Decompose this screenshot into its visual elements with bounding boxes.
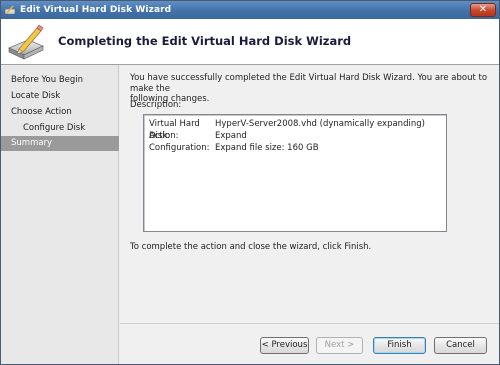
wizard-footer: < Previous Next > Finish Cancel: [120, 323, 499, 364]
wizard-window: Edit Virtual Hard Disk Wizard ✕ Completi…: [0, 0, 500, 365]
title-bar[interactable]: Edit Virtual Hard Disk Wizard ✕: [1, 1, 499, 19]
wizard-app-icon: [4, 4, 16, 16]
wizard-header: Completing the Edit Virtual Hard Disk Wi…: [1, 19, 499, 65]
wizard-steps-nav: Before You Begin Locate Disk Choose Acti…: [1, 65, 119, 364]
nav-item-locate-disk[interactable]: Locate Disk: [1, 89, 119, 104]
description-textbox[interactable]: Virtual Hard Disk: HyperV-Server2008.vhd…: [143, 114, 447, 232]
cancel-button[interactable]: Cancel: [434, 337, 487, 354]
intro-text: You have successfully completed the Edit…: [130, 73, 490, 105]
description-value: Expand: [215, 131, 247, 141]
description-row-action: Action: Expand: [149, 130, 247, 142]
window-title: Edit Virtual Hard Disk Wizard: [20, 5, 172, 15]
description-value: HyperV-Server2008.vhd (dynamically expan…: [215, 119, 425, 129]
description-key: Action:: [149, 131, 179, 141]
description-row-virtual-hard-disk: Virtual Hard Disk: HyperV-Server2008.vhd…: [149, 118, 425, 141]
next-button[interactable]: Next >: [316, 337, 363, 354]
description-row-configuration: Configuration: Expand file size: 160 GB: [149, 142, 319, 154]
nav-item-before-you-begin[interactable]: Before You Begin: [1, 73, 119, 88]
finish-button[interactable]: Finish: [373, 337, 426, 354]
page-title: Completing the Edit Virtual Hard Disk Wi…: [58, 34, 352, 48]
nav-item-configure-disk[interactable]: Configure Disk: [1, 121, 119, 136]
description-key: Configuration:: [149, 143, 210, 153]
intro-line-1: You have successfully completed the Edit…: [130, 73, 488, 94]
summary-content: You have successfully completed the Edit…: [120, 65, 499, 323]
close-button[interactable]: ✕: [470, 3, 496, 17]
previous-button[interactable]: < Previous: [260, 337, 309, 354]
disk-pencil-icon: [8, 24, 44, 60]
nav-item-summary[interactable]: Summary: [1, 136, 119, 151]
description-value: Expand file size: 160 GB: [215, 143, 319, 153]
finish-instruction: To complete the action and close the wiz…: [130, 242, 372, 252]
nav-item-choose-action[interactable]: Choose Action: [1, 105, 119, 120]
description-label: Description:: [130, 100, 182, 110]
description-key: Virtual Hard Disk:: [149, 119, 200, 141]
intro-line-2: following changes.: [130, 94, 210, 104]
